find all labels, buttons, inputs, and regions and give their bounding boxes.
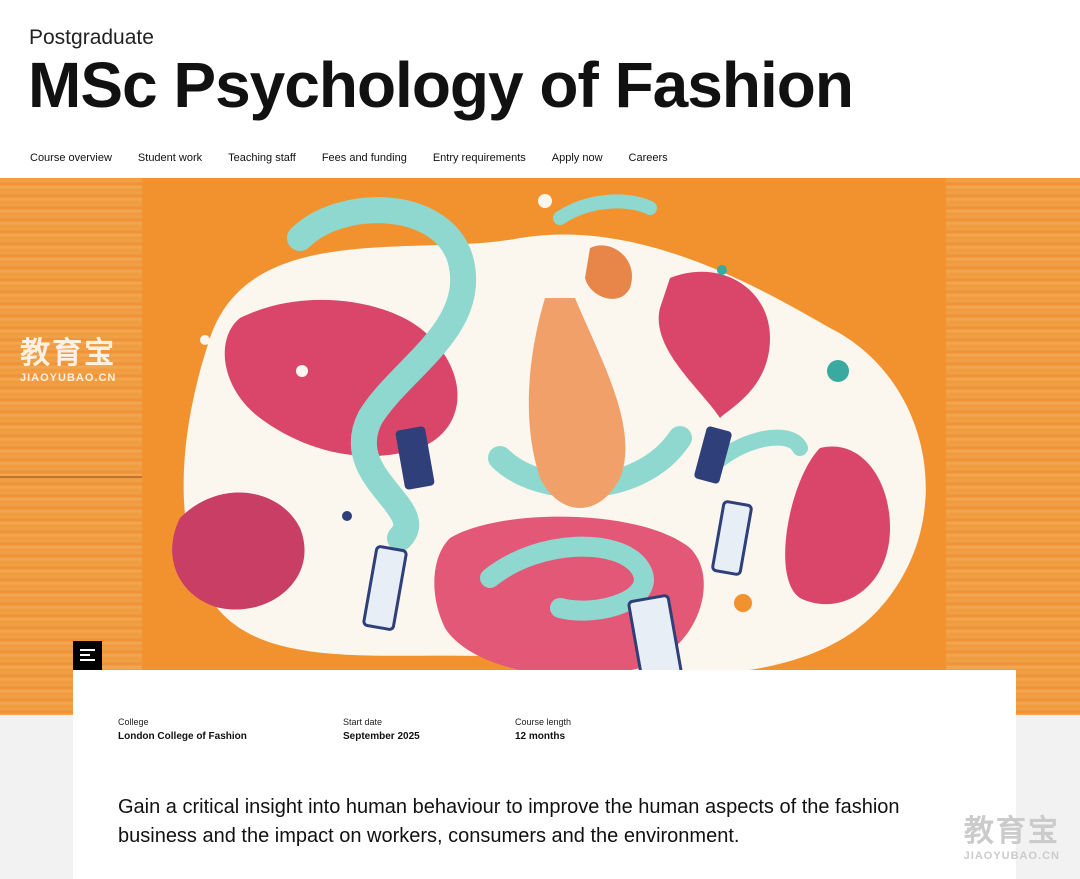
nav-careers[interactable]: Careers xyxy=(629,152,668,164)
watermark-right: 教育宝 JIAOYUBAO.CN xyxy=(963,815,1060,862)
course-summary: Gain a critical insight into human behav… xyxy=(118,796,900,847)
page-title: MSc Psychology of Fashion xyxy=(28,49,854,121)
course-length-label: Course length xyxy=(515,717,572,727)
nav-student-work[interactable]: Student work xyxy=(138,152,202,164)
watermark-left: 教育宝 JIAOYUBAO.CN xyxy=(20,337,117,384)
college-label: College xyxy=(118,717,149,727)
course-length-value: 12 months xyxy=(515,731,566,742)
course-nav: Course overview Student work Teaching st… xyxy=(30,152,694,164)
start-date-info: Start date September 2025 xyxy=(343,717,420,742)
nav-course-overview[interactable]: Course overview xyxy=(30,152,112,164)
college-value: London College of Fashion xyxy=(118,731,247,742)
page-header: Postgraduate MSc Psychology of Fashion C… xyxy=(0,0,1080,178)
college-info: College London College of Fashion xyxy=(118,717,247,742)
menu-icon[interactable] xyxy=(73,641,102,670)
nav-entry-requirements[interactable]: Entry requirements xyxy=(433,152,526,164)
course-length-info: Course length 12 months xyxy=(515,717,571,742)
start-date-value: September 2025 xyxy=(343,731,420,742)
hero-artwork xyxy=(0,178,946,715)
nav-teaching-staff[interactable]: Teaching staff xyxy=(228,152,296,164)
course-info-card: College London College of Fashion Start … xyxy=(73,670,1016,879)
start-date-label: Start date xyxy=(343,717,383,727)
nav-apply-now[interactable]: Apply now xyxy=(552,152,603,164)
nav-fees-and-funding[interactable]: Fees and funding xyxy=(322,152,407,164)
page-eyebrow: Postgraduate xyxy=(29,26,154,49)
hero-illustration: 教育宝 JIAOYUBAO.CN xyxy=(0,178,1080,715)
